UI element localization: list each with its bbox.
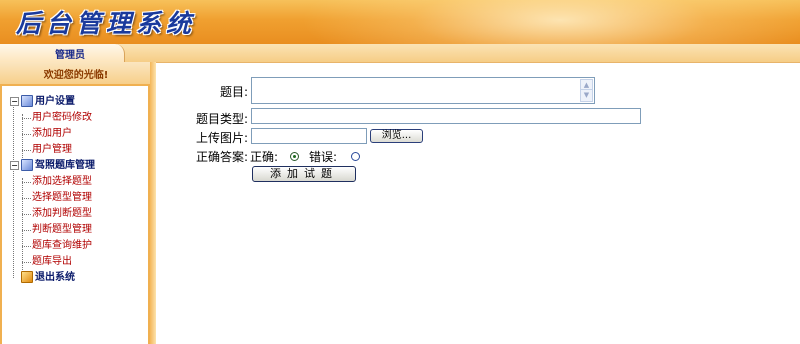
sidebar-item-label: 判断题型管理	[32, 224, 92, 235]
sidebar-item-logout[interactable]: 退出系统	[10, 270, 95, 286]
folder-icon	[21, 159, 33, 171]
sidebar-item-label: 添加用户	[32, 128, 72, 139]
scroll-down-icon[interactable]: ▼	[580, 89, 593, 102]
tab-admin-label: 管理员	[55, 50, 85, 61]
sidebar-item-label: 添加选择题型	[32, 176, 92, 187]
browse-button[interactable]: 浏览...	[370, 129, 423, 143]
sidebar-item-choice-management[interactable]: 选择题型管理	[10, 190, 95, 206]
sidebar-group-label: 驾照题库管理	[35, 160, 95, 171]
sidebar-item-label: 选择题型管理	[32, 192, 92, 203]
exit-icon	[21, 271, 33, 283]
sidebar-item-label: 用户密码修改	[32, 112, 92, 123]
collapse-icon[interactable]: −	[10, 96, 19, 106]
sidebar-item-user-management[interactable]: 用户管理	[10, 142, 95, 158]
sidebar: − 用户设置 用户密码修改 添加用户 用户管理 − 驾照题库管理 添加选择题型 选择…	[0, 84, 150, 344]
sidebar-item-label: 用户管理	[32, 144, 72, 155]
folder-icon	[21, 95, 33, 107]
answer-correct-label: 正确:	[250, 150, 279, 164]
sidebar-group-label: 用户设置	[35, 96, 75, 107]
sidebar-item-bank-export[interactable]: 题库导出	[10, 254, 95, 270]
question-label: 题目:	[219, 85, 248, 99]
answer-wrong-radio[interactable]	[351, 152, 360, 161]
menu-tree: − 用户设置 用户密码修改 添加用户 用户管理 − 驾照题库管理 添加选择题型 选择…	[10, 94, 95, 286]
sidebar-item-label: 题库导出	[32, 256, 72, 267]
image-label: 上传图片:	[195, 131, 248, 145]
sidebar-group-label: 退出系统	[35, 272, 75, 283]
add-question-button[interactable]: 添加试题	[252, 166, 356, 182]
app-title: 后台管理系统	[16, 9, 197, 38]
sidebar-group-question-bank[interactable]: − 驾照题库管理	[10, 158, 95, 174]
sidebar-item-judgment-management[interactable]: 判断题型管理	[10, 222, 95, 238]
sidebar-item-label: 添加判断题型	[32, 208, 92, 219]
welcome-bar: 欢迎您的光临!	[0, 62, 152, 84]
sidebar-item-add-user[interactable]: 添加用户	[10, 126, 95, 142]
image-file-input[interactable]	[251, 128, 367, 144]
sidebar-item-add-judgment[interactable]: 添加判断题型	[10, 206, 95, 222]
type-input[interactable]	[251, 108, 641, 124]
sidebar-edge	[150, 62, 156, 344]
sidebar-group-user-settings[interactable]: − 用户设置	[10, 94, 95, 110]
answer-correct-radio[interactable]	[290, 152, 299, 161]
collapse-icon[interactable]: −	[10, 160, 19, 170]
banner-glow	[300, 0, 800, 44]
question-textarea[interactable]: ▲ ▼	[251, 77, 595, 104]
header-banner: 后台管理系统	[0, 0, 800, 44]
answer-label: 正确答案:	[195, 150, 248, 164]
type-label: 题目类型:	[195, 112, 248, 126]
sidebar-item-bank-query[interactable]: 题库查询维护	[10, 238, 95, 254]
sidebar-item-change-password[interactable]: 用户密码修改	[10, 110, 95, 126]
answer-wrong-label: 错误:	[309, 150, 338, 164]
welcome-text: 欢迎您的光临!	[43, 70, 109, 81]
sidebar-item-label: 题库查询维护	[32, 240, 92, 251]
sidebar-item-add-choice[interactable]: 添加选择题型	[10, 174, 95, 190]
